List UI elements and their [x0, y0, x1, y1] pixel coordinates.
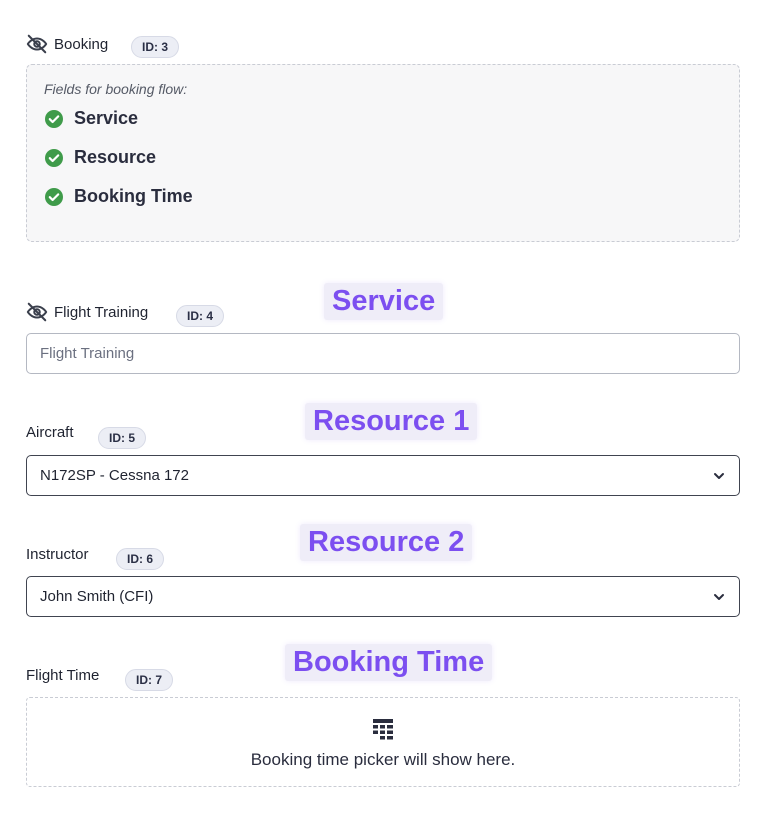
instructor-select-value: John Smith (CFI)	[40, 588, 154, 605]
instructor-label-text: Instructor	[26, 546, 89, 563]
instructor-select[interactable]: John Smith (CFI)	[26, 576, 740, 617]
resource-2-overlay-label: Resource 2	[300, 524, 473, 561]
booking-label: Booking	[54, 35, 109, 53]
booking-caption: Fields for booking flow:	[44, 81, 188, 97]
resource-1-overlay-label: Resource 1	[305, 403, 478, 440]
flight-training-label-row: Flight Training	[26, 301, 148, 323]
booking-item-label: Service	[74, 108, 139, 128]
id-badge: ID: 7	[125, 669, 174, 691]
service-input-value: Flight Training	[40, 345, 135, 362]
booking-time-picker-placeholder: Booking time picker will show here.	[26, 697, 740, 787]
booking-time-overlay-label: Booking Time	[285, 644, 493, 681]
check-circle-icon	[44, 148, 64, 168]
instructor-label: Instructor	[26, 546, 89, 563]
calendar-grid-icon	[372, 718, 394, 740]
check-circle-icon	[44, 109, 64, 129]
flight-time-label-text: Flight Time	[26, 667, 100, 684]
booking-item-label: Resource	[74, 147, 157, 167]
booking-item-service: Service	[44, 108, 138, 129]
id-badge: ID: 3	[131, 36, 180, 58]
flight-training-label: Flight Training	[54, 303, 149, 321]
chevron-down-icon	[712, 590, 726, 604]
flight-time-label: Flight Time	[26, 667, 99, 684]
booking-item-label: Booking Time	[74, 186, 193, 206]
service-overlay-label: Service	[324, 283, 444, 320]
aircraft-select[interactable]: N172SP - Cessna 172	[26, 455, 740, 496]
aircraft-label-text: Aircraft	[26, 424, 74, 441]
id-badge: ID: 5	[98, 427, 147, 449]
booking-label-row: Booking	[26, 33, 108, 55]
id-badge: ID: 6	[116, 548, 165, 570]
id-badge: ID: 4	[176, 305, 225, 327]
chevron-down-icon	[712, 469, 726, 483]
eye-slash-icon	[26, 33, 48, 55]
aircraft-label: Aircraft	[26, 424, 74, 441]
booking-time-placeholder-text: Booking time picker will show here.	[250, 750, 516, 769]
service-input[interactable]: Flight Training	[26, 333, 740, 374]
check-circle-icon	[44, 187, 64, 207]
booking-item-resource: Resource	[44, 147, 156, 168]
aircraft-select-value: N172SP - Cessna 172	[40, 467, 189, 484]
booking-item-booking-time: Booking Time	[44, 186, 193, 207]
eye-slash-icon	[26, 301, 48, 323]
booking-fields-panel: Fields for booking flow: Service Resourc…	[26, 64, 740, 242]
